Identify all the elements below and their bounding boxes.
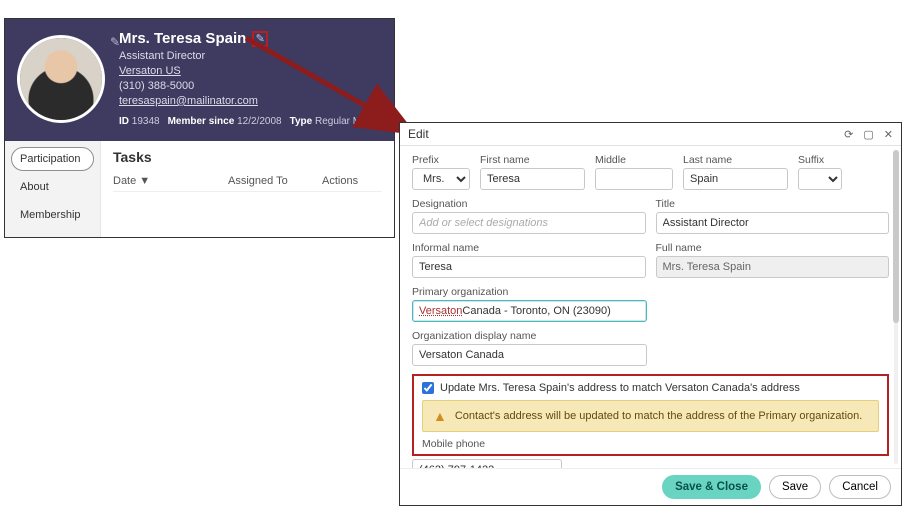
- label-last: Last name: [683, 154, 788, 166]
- scrollbar[interactable]: [891, 150, 899, 464]
- label-title: Title: [656, 198, 890, 210]
- close-icon[interactable]: ✕: [884, 128, 893, 141]
- tasks-panel: Tasks Date ▼ Assigned To Actions: [101, 141, 394, 237]
- save-close-button[interactable]: Save & Close: [662, 475, 761, 499]
- label-primary-org: Primary organization: [412, 286, 889, 298]
- contact-phone: (310) 388-5000: [119, 79, 428, 94]
- update-address-checkbox[interactable]: [422, 382, 434, 394]
- contact-name: Mrs. Teresa Spain: [119, 29, 246, 49]
- alert-banner: ▲ Contact's address will be updated to m…: [422, 400, 879, 432]
- side-nav: Participation About Membership: [5, 141, 101, 237]
- save-button[interactable]: Save: [769, 475, 821, 499]
- last-input[interactable]: [683, 168, 788, 190]
- label-designation: Designation: [412, 198, 646, 210]
- label-informal: Informal name: [412, 242, 646, 254]
- full-name-input: [656, 256, 890, 278]
- edit-contact-button[interactable]: ✎: [252, 31, 268, 47]
- col-actions: Actions: [322, 175, 382, 187]
- dialog-titlebar: Edit ⟳ ▢ ✕: [400, 123, 901, 146]
- first-input[interactable]: [480, 168, 585, 190]
- label-suffix: Suffix: [798, 154, 842, 166]
- tab-participation[interactable]: Participation: [11, 147, 94, 171]
- middle-input[interactable]: [595, 168, 673, 190]
- primary-org-input[interactable]: Versaton Canada - Toronto, ON (23090): [412, 300, 647, 322]
- update-address-label: Update Mrs. Teresa Spain's address to ma…: [440, 382, 800, 394]
- tab-membership[interactable]: Membership: [11, 203, 94, 227]
- edit-dialog: Edit ⟳ ▢ ✕ Prefix Mrs. First name Middle…: [399, 122, 902, 506]
- sort-desc-icon: ▼: [139, 175, 150, 187]
- warning-icon: ▲: [433, 409, 447, 423]
- col-assigned[interactable]: Assigned To: [228, 175, 322, 187]
- label-first: First name: [480, 154, 585, 166]
- label-full: Full name: [656, 242, 890, 254]
- tab-about[interactable]: About: [11, 175, 94, 199]
- col-date[interactable]: Date ▼: [113, 175, 228, 187]
- address-update-callout: Update Mrs. Teresa Spain's address to ma…: [412, 374, 889, 456]
- alert-text: Contact's address will be updated to mat…: [455, 410, 862, 422]
- suffix-select[interactable]: [798, 168, 842, 190]
- profile-card: ✎ Mrs. Teresa Spain ✎ Assistant Director…: [4, 18, 395, 238]
- profile-header: ✎ Mrs. Teresa Spain ✎ Assistant Director…: [5, 19, 394, 141]
- dialog-body: Prefix Mrs. First name Middle Last name …: [400, 146, 901, 468]
- dialog-footer: Save & Close Save Cancel: [400, 468, 901, 505]
- avatar: [17, 35, 105, 123]
- label-org-display: Organization display name: [412, 330, 889, 342]
- contact-email-link[interactable]: teresaspain@mailinator.com: [119, 94, 428, 109]
- prefix-select[interactable]: Mrs.: [412, 168, 470, 190]
- maximize-icon[interactable]: ▢: [863, 128, 873, 141]
- org-display-input[interactable]: [412, 344, 647, 366]
- contact-title: Assistant Director: [119, 49, 428, 64]
- contact-meta: ID 19348 Member since 12/2/2008 Type Reg…: [119, 115, 428, 129]
- label-prefix: Prefix: [412, 154, 470, 166]
- tasks-header-row: Date ▼ Assigned To Actions: [113, 175, 382, 192]
- update-address-row[interactable]: Update Mrs. Teresa Spain's address to ma…: [422, 382, 879, 394]
- label-mobile: Mobile phone: [422, 438, 879, 450]
- tasks-heading: Tasks: [113, 149, 382, 165]
- mobile-input[interactable]: [412, 459, 562, 468]
- contact-org-link[interactable]: Versaton US: [119, 64, 428, 79]
- label-middle: Middle: [595, 154, 673, 166]
- refresh-icon[interactable]: ⟳: [844, 128, 853, 141]
- designation-input[interactable]: [412, 212, 646, 234]
- dialog-title: Edit: [408, 127, 429, 141]
- informal-input[interactable]: [412, 256, 646, 278]
- title-input[interactable]: [656, 212, 890, 234]
- cancel-button[interactable]: Cancel: [829, 475, 891, 499]
- pencil-icon[interactable]: ✎: [110, 35, 120, 49]
